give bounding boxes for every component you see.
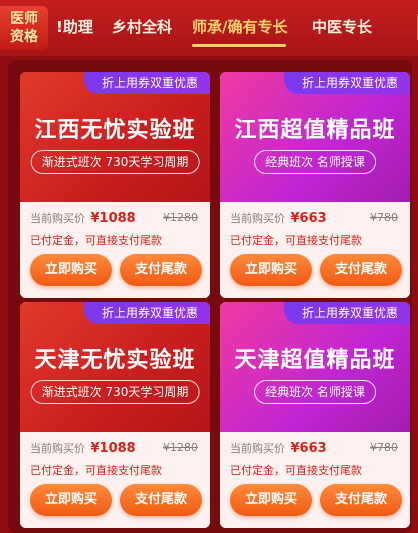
tab-tcm-specialty[interactable]: 中医专长 bbox=[312, 16, 372, 37]
card-header: 折上用券双重优惠 天津超值精品班 经典班次 名师授课 bbox=[220, 302, 410, 432]
pay-balance-button[interactable]: 支付尾款 bbox=[320, 254, 402, 286]
tab-mentorship[interactable]: 师承/确有专长 bbox=[192, 16, 287, 37]
tab-assistant[interactable]: !助理 bbox=[56, 16, 93, 37]
buy-now-button[interactable]: 立即购买 bbox=[30, 484, 112, 516]
current-price: ¥1088 bbox=[90, 211, 136, 226]
course-subtitle: 渐进式班次 730天学习周期 bbox=[30, 380, 200, 404]
course-subtitle: 渐进式班次 730天学习周期 bbox=[30, 150, 200, 174]
top-nav-bar: 医师 资格 !助理 乡村全科 师承/确有专长 中医专长 bbox=[0, 0, 418, 56]
card-footer: 当前购买价 ¥663 ¥780 已付定金，可直接支付尾款 立即购买 支付尾款 bbox=[220, 202, 410, 298]
current-price: ¥663 bbox=[290, 441, 327, 456]
price-row: 当前购买价 ¥663 ¥780 bbox=[230, 440, 402, 458]
course-title: 江西超值精品班 bbox=[234, 118, 396, 143]
course-subtitle: 经典班次 名师授课 bbox=[254, 150, 376, 174]
current-price: ¥663 bbox=[290, 211, 327, 226]
promo-ribbon: 折上用券双重优惠 bbox=[283, 302, 410, 324]
original-price: ¥780 bbox=[370, 211, 398, 224]
original-price: ¥1280 bbox=[163, 441, 198, 454]
badge-line-1: 医师 bbox=[10, 11, 38, 27]
pay-balance-button[interactable]: 支付尾款 bbox=[120, 254, 202, 286]
course-card: 折上用券双重优惠 江西超值精品班 经典班次 名师授课 当前购买价 ¥663 ¥7… bbox=[220, 72, 410, 298]
price-label: 当前购买价 bbox=[230, 442, 285, 455]
deposit-note: 已付定金，可直接支付尾款 bbox=[230, 234, 362, 247]
course-card: 折上用券双重优惠 江西无忧实验班 渐进式班次 730天学习周期 当前购买价 ¥1… bbox=[20, 72, 210, 298]
course-title: 江西无忧实验班 bbox=[34, 118, 196, 143]
course-title: 天津超值精品班 bbox=[234, 348, 396, 373]
course-card: 折上用券双重优惠 天津超值精品班 经典班次 名师授课 当前购买价 ¥663 ¥7… bbox=[220, 302, 410, 528]
deposit-note: 已付定金，可直接支付尾款 bbox=[30, 234, 162, 247]
course-panel: 折上用券双重优惠 江西无忧实验班 渐进式班次 730天学习周期 当前购买价 ¥1… bbox=[8, 60, 412, 533]
price-label: 当前购买价 bbox=[30, 442, 85, 455]
price-row: 当前购买价 ¥1088 ¥1280 bbox=[30, 210, 202, 228]
promo-ribbon: 折上用券双重优惠 bbox=[83, 72, 210, 94]
deposit-note: 已付定金，可直接支付尾款 bbox=[230, 464, 362, 477]
badge-line-2: 资格 bbox=[10, 29, 38, 45]
card-footer: 当前购买价 ¥1088 ¥1280 已付定金，可直接支付尾款 立即购买 支付尾款 bbox=[20, 432, 210, 528]
card-footer: 当前购买价 ¥1088 ¥1280 已付定金，可直接支付尾款 立即购买 支付尾款 bbox=[20, 202, 210, 298]
original-price: ¥1280 bbox=[163, 211, 198, 224]
promo-ribbon: 折上用券双重优惠 bbox=[83, 302, 210, 324]
promo-ribbon: 折上用券双重优惠 bbox=[283, 72, 410, 94]
pay-balance-button[interactable]: 支付尾款 bbox=[320, 484, 402, 516]
buy-now-button[interactable]: 立即购买 bbox=[230, 254, 312, 286]
tab-rural-general[interactable]: 乡村全科 bbox=[112, 16, 172, 37]
tab-bar: !助理 乡村全科 师承/确有专长 中医专长 bbox=[48, 0, 408, 56]
price-row: 当前购买价 ¥663 ¥780 bbox=[230, 210, 402, 228]
exam-category-badge[interactable]: 医师 资格 bbox=[0, 6, 48, 50]
original-price: ¥780 bbox=[370, 441, 398, 454]
price-label: 当前购买价 bbox=[230, 212, 285, 225]
pay-balance-button[interactable]: 支付尾款 bbox=[120, 484, 202, 516]
course-subtitle: 经典班次 名师授课 bbox=[254, 380, 376, 404]
current-price: ¥1088 bbox=[90, 441, 136, 456]
course-title: 天津无忧实验班 bbox=[34, 348, 196, 373]
card-footer: 当前购买价 ¥663 ¥780 已付定金，可直接支付尾款 立即购买 支付尾款 bbox=[220, 432, 410, 528]
active-tab-indicator bbox=[192, 44, 286, 47]
price-label: 当前购买价 bbox=[30, 212, 85, 225]
course-card: 折上用券双重优惠 天津无忧实验班 渐进式班次 730天学习周期 当前购买价 ¥1… bbox=[20, 302, 210, 528]
card-header: 折上用券双重优惠 江西超值精品班 经典班次 名师授课 bbox=[220, 72, 410, 202]
deposit-note: 已付定金，可直接支付尾款 bbox=[30, 464, 162, 477]
price-row: 当前购买价 ¥1088 ¥1280 bbox=[30, 440, 202, 458]
buy-now-button[interactable]: 立即购买 bbox=[30, 254, 112, 286]
card-header: 折上用券双重优惠 天津无忧实验班 渐进式班次 730天学习周期 bbox=[20, 302, 210, 432]
card-header: 折上用券双重优惠 江西无忧实验班 渐进式班次 730天学习周期 bbox=[20, 72, 210, 202]
buy-now-button[interactable]: 立即购买 bbox=[230, 484, 312, 516]
